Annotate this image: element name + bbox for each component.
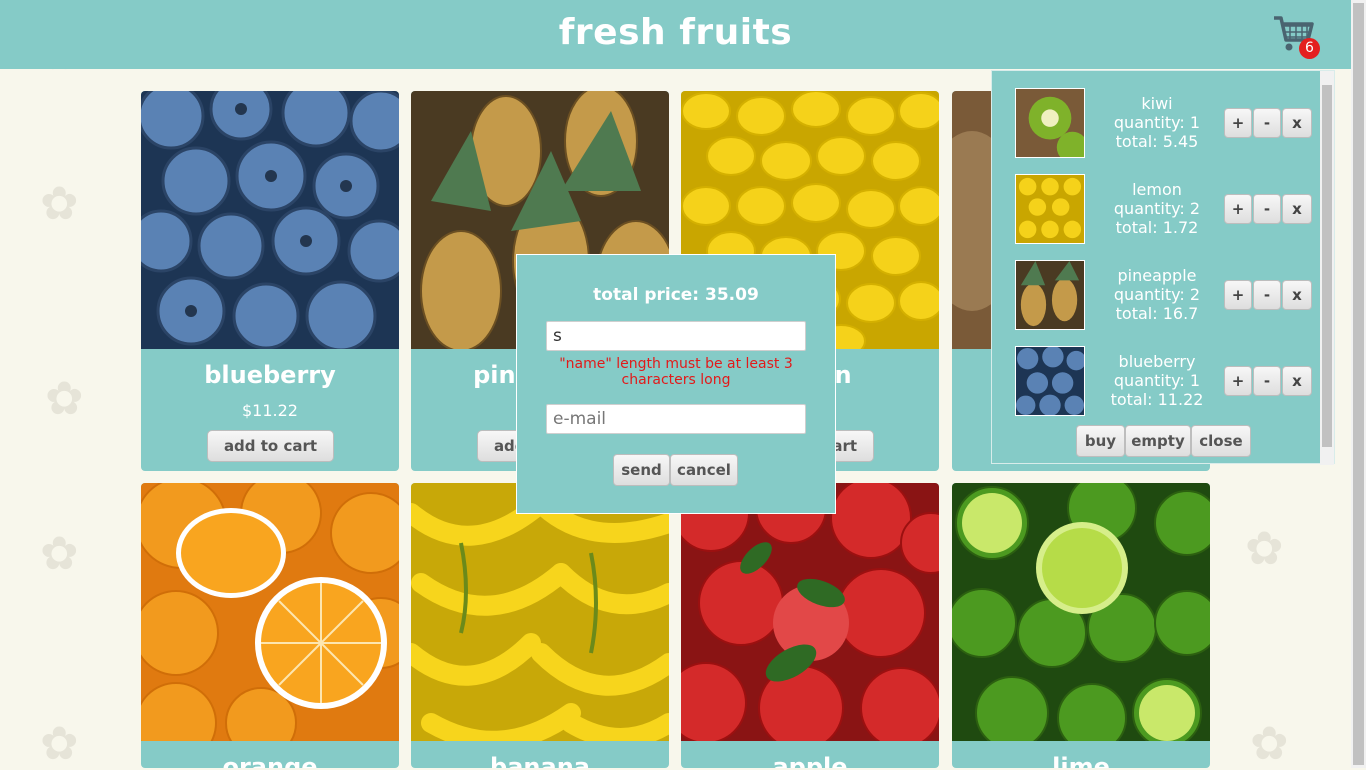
- add-to-cart-button[interactable]: add to cart: [207, 430, 334, 462]
- product-name: orange: [222, 753, 318, 768]
- cart-item: kiwi quantity: 1 total: 5.45 + - x: [1015, 88, 1315, 160]
- buy-button[interactable]: buy: [1076, 425, 1125, 457]
- cart-item-info: kiwi quantity: 1 total: 5.45: [1101, 94, 1213, 151]
- product-card-orange: orange: [141, 483, 399, 768]
- cart-item-name: kiwi: [1141, 94, 1173, 113]
- background-pattern: ✿: [1245, 521, 1284, 575]
- cart-item-info: pineapple quantity: 2 total: 16.7: [1101, 266, 1213, 323]
- cart-item-total: total: 11.22: [1110, 390, 1204, 409]
- blueberry-thumbnail: [1015, 346, 1085, 416]
- cart-item-total: total: 5.45: [1115, 132, 1199, 151]
- orange-image: [141, 483, 399, 741]
- cart-panel: kiwi quantity: 1 total: 5.45 + - x lemon…: [991, 70, 1335, 465]
- product-name: banana: [490, 753, 590, 768]
- cancel-button[interactable]: cancel: [670, 454, 738, 486]
- decrease-quantity-button[interactable]: -: [1253, 280, 1281, 310]
- cart-item-info: lemon quantity: 2 total: 1.72: [1101, 180, 1213, 237]
- decrease-quantity-button[interactable]: -: [1253, 366, 1281, 396]
- cart-item-quantity: quantity: 1: [1113, 371, 1201, 390]
- pineapple-thumbnail: [1015, 260, 1085, 330]
- banana-image: [411, 483, 669, 741]
- cart-item-quantity: quantity: 1: [1113, 113, 1201, 132]
- increase-quantity-button[interactable]: +: [1224, 108, 1252, 138]
- apple-image: [681, 483, 939, 741]
- cart-item: lemon quantity: 2 total: 1.72 + - x: [1015, 174, 1315, 246]
- cart-item-quantity: quantity: 2: [1113, 285, 1201, 304]
- cart-item-name: lemon: [1132, 180, 1182, 199]
- product-name: apple: [772, 753, 848, 768]
- remove-item-button[interactable]: x: [1282, 280, 1312, 310]
- product-card-blueberry: blueberry $11.22 add to cart: [141, 91, 399, 471]
- background-pattern: ✿: [45, 371, 84, 425]
- background-pattern: ✿: [40, 526, 79, 580]
- cart-item: blueberry quantity: 1 total: 11.22 + - x: [1015, 346, 1315, 418]
- cart-item-name: pineapple: [1117, 266, 1197, 285]
- email-input[interactable]: [546, 404, 806, 434]
- remove-item-button[interactable]: x: [1282, 108, 1312, 138]
- empty-cart-button[interactable]: empty: [1125, 425, 1191, 457]
- product-name: blueberry: [204, 361, 336, 389]
- close-cart-button[interactable]: close: [1191, 425, 1251, 457]
- page-header: fresh fruits 6: [0, 0, 1351, 69]
- decrease-quantity-button[interactable]: -: [1253, 108, 1281, 138]
- cart-count-badge: 6: [1299, 38, 1320, 59]
- cart-panel-scrollbar[interactable]: [1320, 71, 1334, 465]
- lemon-thumbnail: [1015, 174, 1085, 244]
- product-card-lime: lime: [952, 483, 1210, 768]
- product-card-banana: banana: [411, 483, 669, 768]
- product-name: lime: [1052, 753, 1110, 768]
- checkout-modal: total price: 35.09 "name" length must be…: [516, 254, 836, 514]
- blueberry-image: [141, 91, 399, 349]
- cart-item: pineapple quantity: 2 total: 16.7 + - x: [1015, 260, 1315, 332]
- cart-item-total: total: 1.72: [1115, 218, 1199, 237]
- page-scrollbar[interactable]: [1351, 0, 1366, 768]
- product-card-apple: apple: [681, 483, 939, 768]
- increase-quantity-button[interactable]: +: [1224, 366, 1252, 396]
- background-pattern: ✿: [40, 176, 79, 230]
- cart-button[interactable]: 6: [1272, 14, 1322, 60]
- cart-item-info: blueberry quantity: 1 total: 11.22: [1101, 352, 1213, 409]
- remove-item-button[interactable]: x: [1282, 194, 1312, 224]
- page-title: fresh fruits: [558, 12, 793, 53]
- increase-quantity-button[interactable]: +: [1224, 280, 1252, 310]
- remove-item-button[interactable]: x: [1282, 366, 1312, 396]
- name-error-message: "name" length must be at least 3 charact…: [559, 356, 793, 388]
- cart-item-total: total: 16.7: [1115, 304, 1199, 323]
- name-input[interactable]: [546, 321, 806, 351]
- total-price: total price: 35.09: [593, 285, 759, 305]
- product-price: $11.22: [242, 401, 298, 420]
- background-pattern: ✿: [1250, 716, 1289, 770]
- cart-item-quantity: quantity: 2: [1113, 199, 1201, 218]
- increase-quantity-button[interactable]: +: [1224, 194, 1252, 224]
- send-button[interactable]: send: [613, 454, 670, 486]
- background-pattern: ✿: [40, 716, 79, 770]
- lime-image: [952, 483, 1210, 741]
- cart-item-name: blueberry: [1118, 352, 1196, 371]
- decrease-quantity-button[interactable]: -: [1253, 194, 1281, 224]
- kiwi-thumbnail: [1015, 88, 1085, 158]
